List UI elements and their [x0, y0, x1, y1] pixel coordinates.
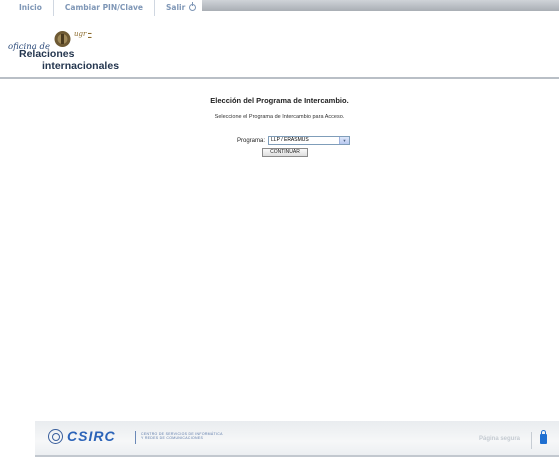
- top-navigation: Inicio Cambiar PIN/Clave Salir: [0, 0, 559, 16]
- program-select[interactable]: LLP / ERASMUS ▼: [268, 136, 351, 145]
- nav-bar: [202, 0, 559, 11]
- power-icon: [189, 2, 197, 11]
- university-logo: ugr: [74, 30, 87, 38]
- page: Inicio Cambiar PIN/Clave Salir oficina d…: [0, 0, 559, 457]
- lock-icon: [540, 430, 547, 444]
- site-header: oficina de ugr ▬ ▬ Relaciones internacion…: [0, 16, 559, 76]
- program-label: Programa:: [237, 137, 266, 144]
- program-row: Programa: LLP / ERASMUS ▼: [237, 136, 351, 145]
- header-divider: [0, 77, 559, 79]
- footer-divider: [531, 432, 532, 449]
- nav-logout-link[interactable]: Salir: [155, 0, 202, 16]
- program-select-value: LLP / ERASMUS: [271, 137, 309, 143]
- page-title-line2: internacionales: [42, 60, 120, 72]
- csirc-emblem-icon: [48, 429, 63, 444]
- nav-inicio-link[interactable]: Inicio: [8, 0, 54, 16]
- university-seal-icon: [54, 31, 71, 47]
- university-logo-mark: ▬ ▬: [88, 31, 92, 39]
- nav-logout-label: Salir: [165, 3, 186, 12]
- continue-button[interactable]: CONTINUAR: [262, 148, 308, 157]
- main-title: Elección del Programa de Intercambio.: [210, 96, 349, 105]
- csirc-description-line2: y Redes de Comunicaciones: [141, 436, 204, 440]
- main-description: Seleccione el Programa de Intercambio pa…: [214, 114, 345, 120]
- csirc-logo: CSIRC: [67, 428, 116, 444]
- nav-change-pin-link[interactable]: Cambiar PIN/Clave: [54, 0, 155, 16]
- csirc-description: Centro de Servicios de Informática y Red…: [141, 432, 223, 440]
- nav-links: Inicio Cambiar PIN/Clave Salir: [0, 0, 203, 16]
- chevron-down-icon[interactable]: ▼: [339, 137, 350, 144]
- site-footer: CSIRC Centro de Servicios de Informática…: [35, 421, 559, 457]
- secure-page-label: Página segura: [479, 436, 521, 442]
- footer-separator: [135, 431, 136, 444]
- page-title-line1: Relaciones: [19, 48, 75, 60]
